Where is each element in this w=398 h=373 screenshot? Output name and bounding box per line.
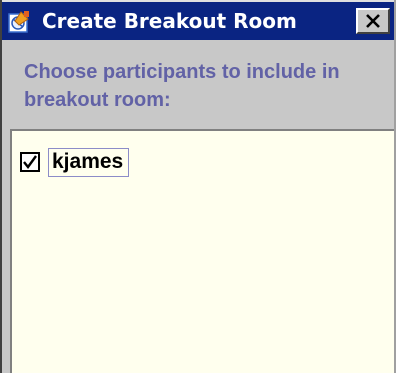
title-bar[interactable]: Create Breakout Room bbox=[2, 0, 394, 40]
participant-name[interactable]: kjames bbox=[48, 147, 130, 177]
create-breakout-room-dialog: Create Breakout Room Choose participants… bbox=[0, 0, 396, 373]
window-title: Create Breakout Room bbox=[42, 9, 297, 33]
participant-row[interactable]: kjames bbox=[20, 147, 130, 177]
participants-list[interactable]: kjames bbox=[10, 129, 394, 373]
close-button[interactable] bbox=[356, 8, 390, 34]
close-icon bbox=[366, 14, 380, 28]
participant-checkbox[interactable] bbox=[20, 152, 40, 172]
app-icon bbox=[6, 9, 32, 35]
instruction-text: Choose participants to include in breako… bbox=[24, 61, 340, 111]
checkmark-icon bbox=[23, 155, 37, 169]
